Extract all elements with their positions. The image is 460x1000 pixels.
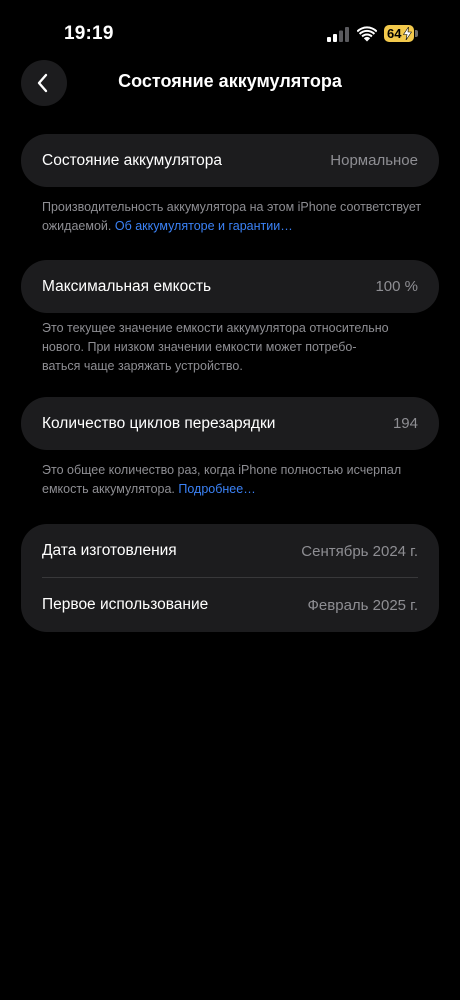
battery-health-screen: 19:19 64 Состояние аккумулятора Состояни… (0, 0, 460, 1000)
max-capacity-value: 100 % (375, 278, 418, 295)
page-title: Состояние аккумулятора (118, 71, 342, 91)
first-use-row: Первое использование Февраль 2025 г. (21, 578, 439, 632)
battery-health-row[interactable]: Состояние аккумулятора Нормальное (21, 134, 439, 187)
max-capacity-row: Максимальная емкость 100 % (21, 260, 439, 313)
battery-health-value: Нормальное (330, 152, 418, 169)
max-capacity-label: Максимальная емкость (42, 277, 212, 295)
battery-indicator: 64 (384, 25, 418, 42)
charging-bolt-icon (403, 27, 412, 40)
manufacture-date-value: Сентябрь 2024 г. (301, 542, 418, 560)
learn-more-link[interactable]: Подробнее… (178, 482, 255, 496)
cycle-count-label: Количество циклов перезарядки (42, 414, 276, 432)
cycle-count-card: Количество циклов перезарядки 194 (21, 397, 439, 450)
max-capacity-footnote: Это текущее значение емкости аккумулятор… (42, 319, 422, 376)
status-bar: 19:19 64 (0, 0, 460, 60)
status-time: 19:19 (64, 23, 114, 44)
manufacture-date-row: Дата изготовления Сентябрь 2024 г. (21, 524, 439, 578)
battery-warranty-link[interactable]: Об аккумуляторе и гарантии… (115, 219, 293, 233)
battery-health-label: Состояние аккумулятора (42, 151, 223, 169)
dates-card: Дата изготовления Сентябрь 2024 г. Перво… (21, 524, 439, 632)
manufacture-date-label: Дата изготовления (42, 542, 177, 559)
cycle-count-value: 194 (392, 415, 418, 432)
cellular-signal-icon (327, 27, 349, 42)
battery-health-card[interactable]: Состояние аккумулятора Нормальное (21, 134, 439, 187)
max-capacity-footnote-line: Это текущее значение емкости аккумулятор… (42, 321, 389, 335)
cycle-count-footnote: Это общее количество раз, когда iPhone п… (42, 461, 422, 499)
first-use-value: Февраль 2025 г. (307, 596, 418, 614)
max-capacity-card: Максимальная емкость 100 % (21, 260, 439, 313)
battery-cap (415, 30, 418, 37)
battery-health-footnote: Производительность аккумулятора на этом … (42, 198, 422, 236)
max-capacity-footnote-line: нового. При низком значении емкости може… (42, 340, 357, 354)
wifi-icon (357, 26, 377, 42)
first-use-label: Первое использование (42, 596, 209, 613)
max-capacity-footnote-line: ваться чаще заряжать устройство. (42, 359, 243, 373)
cycle-count-row: Количество циклов перезарядки 194 (21, 397, 439, 450)
